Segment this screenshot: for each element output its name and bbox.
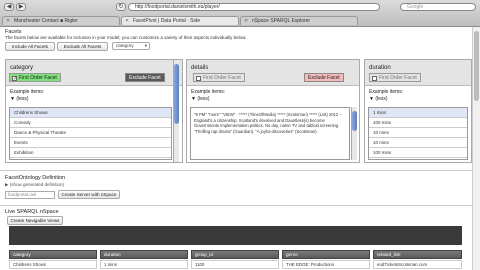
first-order-toggle[interactable]: First Order Facet — [369, 73, 421, 82]
back-button[interactable]: ◀ — [4, 3, 14, 11]
first-order-label: First Order Facet — [379, 75, 417, 81]
include-all-button[interactable]: Include All Facets — [5, 42, 55, 51]
panel-title: category — [10, 65, 34, 71]
scrollbar-thumb[interactable] — [474, 31, 479, 101]
example-items-label: Example items: — [191, 89, 226, 95]
list-item[interactable]: Dance & Physical Theatre — [10, 128, 171, 138]
first-order-label: First Order Facet — [19, 75, 57, 81]
tab-2-label: FacetPivot | Data Portal · Side — [133, 18, 201, 24]
section-divider — [0, 170, 480, 171]
sparql-heading: Live SPARQL nSpace — [5, 209, 59, 215]
facets-note: The facets below are available for inclu… — [5, 35, 247, 40]
ontology-heading: FacetOntology Definition — [5, 175, 66, 181]
column-header[interactable]: genre — [282, 250, 370, 259]
exclude-all-button[interactable]: Exclude All Facets — [57, 42, 108, 51]
column-header[interactable]: category — [9, 250, 97, 259]
checkbox-icon[interactable] — [372, 75, 377, 81]
example-items-text[interactable]: "8 PM" "more" "VIEW" · ***** (TimeOfMedi… — [190, 107, 350, 160]
ontology-input[interactable]: foodportal.owl — [5, 191, 55, 199]
tab-3-label: nSpace SPARQL Explorer — [252, 18, 311, 24]
exclude-facet-button[interactable]: Exclude Facet — [125, 73, 165, 82]
table-cell[interactable]: endTicketsScotsman.com — [373, 260, 462, 269]
list-item[interactable]: 1 mins — [369, 108, 467, 118]
panel-scrollbar[interactable] — [173, 60, 179, 162]
list-item[interactable]: 10 mins — [369, 128, 467, 138]
example-items-label: Example items: — [10, 89, 45, 95]
less-toggle[interactable]: ▼ (less) — [10, 96, 29, 102]
list-item[interactable]: 100 mins — [369, 118, 467, 128]
close-icon[interactable]: ✕ — [6, 17, 10, 25]
panel-title: details — [191, 65, 209, 71]
create-navigable-views-button[interactable]: Create Navigable Views — [7, 216, 63, 225]
search-field[interactable]: Google — [400, 3, 476, 11]
column-header[interactable]: group_id — [191, 250, 279, 259]
chevron-down-icon: ▾ — [144, 43, 147, 48]
list-item[interactable]: 10 mins — [369, 138, 467, 148]
reload-button[interactable]: ↻ — [116, 3, 126, 11]
checkbox-icon[interactable] — [196, 75, 201, 81]
first-order-label: First Order Facet — [203, 75, 241, 81]
example-items-list[interactable]: 1 mins 100 mins 10 mins 10 mins 100 mins — [368, 107, 468, 160]
facet-panel-details: details First Order Facet Exclude Facet … — [186, 59, 360, 163]
tab-1-label: Manchester Contact ■ Rigter — [14, 18, 78, 24]
table-cell[interactable]: Childrens Shows — [9, 260, 97, 269]
tab-bar: ✕ Manchester Contact ■ Rigter ✕ FacetPiv… — [0, 15, 480, 26]
checkbox-checked-icon[interactable]: ✓ — [12, 75, 17, 81]
facet-panel-duration: duration First Order Facet Example items… — [364, 59, 472, 163]
tab-3[interactable]: ✕ nSpace SPARQL Explorer — [240, 16, 358, 25]
forward-button[interactable]: ▶ — [16, 3, 26, 11]
tab-1[interactable]: ✕ Manchester Contact ■ Rigter — [2, 16, 120, 25]
close-icon[interactable]: ✕ — [125, 17, 129, 25]
less-toggle[interactable]: ▼ (less) — [369, 96, 388, 102]
first-order-toggle[interactable]: First Order Facet — [193, 73, 245, 82]
facet-panel-category: category ✓ First Order Facet Exclude Fac… — [5, 59, 183, 163]
list-item[interactable]: 100 mins — [369, 148, 467, 158]
nspace-toolbar — [9, 226, 462, 245]
list-item[interactable]: Exhibition — [10, 148, 171, 158]
text-scrollbar[interactable] — [351, 107, 357, 160]
less-toggle[interactable]: ▼ (less) — [191, 96, 210, 102]
first-order-toggle[interactable]: ✓ First Order Facet — [9, 73, 61, 82]
exclude-facet-button[interactable]: Exclude Facet — [304, 73, 344, 82]
url-bar[interactable]: http://foodportal.danielsmith.eu/player/ — [128, 3, 380, 11]
list-item[interactable]: Childrens Shows — [10, 108, 171, 118]
column-header[interactable]: duration — [100, 250, 188, 259]
example-items-label: Example items: — [369, 89, 404, 95]
create-server-button[interactable]: Create Server with nSpace — [58, 190, 120, 199]
table-cell[interactable]: 1 mins — [100, 260, 188, 269]
list-item[interactable]: Events — [10, 138, 171, 148]
list-item[interactable]: Comedy — [10, 118, 171, 128]
show-generated-toggle[interactable]: ▶ (show generated definition) — [5, 182, 64, 188]
close-icon[interactable]: ✕ — [244, 17, 248, 25]
scrollbar-thumb[interactable] — [352, 111, 357, 131]
scrollbar-thumb[interactable] — [174, 64, 179, 124]
example-items-list[interactable]: Childrens Shows Comedy Dance & Physical … — [9, 107, 172, 160]
category-select[interactable]: category ▾ — [112, 42, 150, 50]
page-scrollbar[interactable] — [472, 27, 480, 270]
column-header[interactable]: related_link — [373, 250, 462, 259]
section-divider — [0, 205, 480, 206]
tab-2[interactable]: ✕ FacetPivot | Data Portal · Side — [121, 16, 239, 25]
browser-chrome: ◀ ▶ ↻ http://foodportal.danielsmith.eu/p… — [0, 0, 480, 27]
panel-title: duration — [369, 65, 391, 71]
category-select-value: category — [116, 43, 134, 48]
table-cell[interactable]: 1100 — [191, 260, 279, 269]
table-cell[interactable]: THE EDGE: Productions — [282, 260, 370, 269]
